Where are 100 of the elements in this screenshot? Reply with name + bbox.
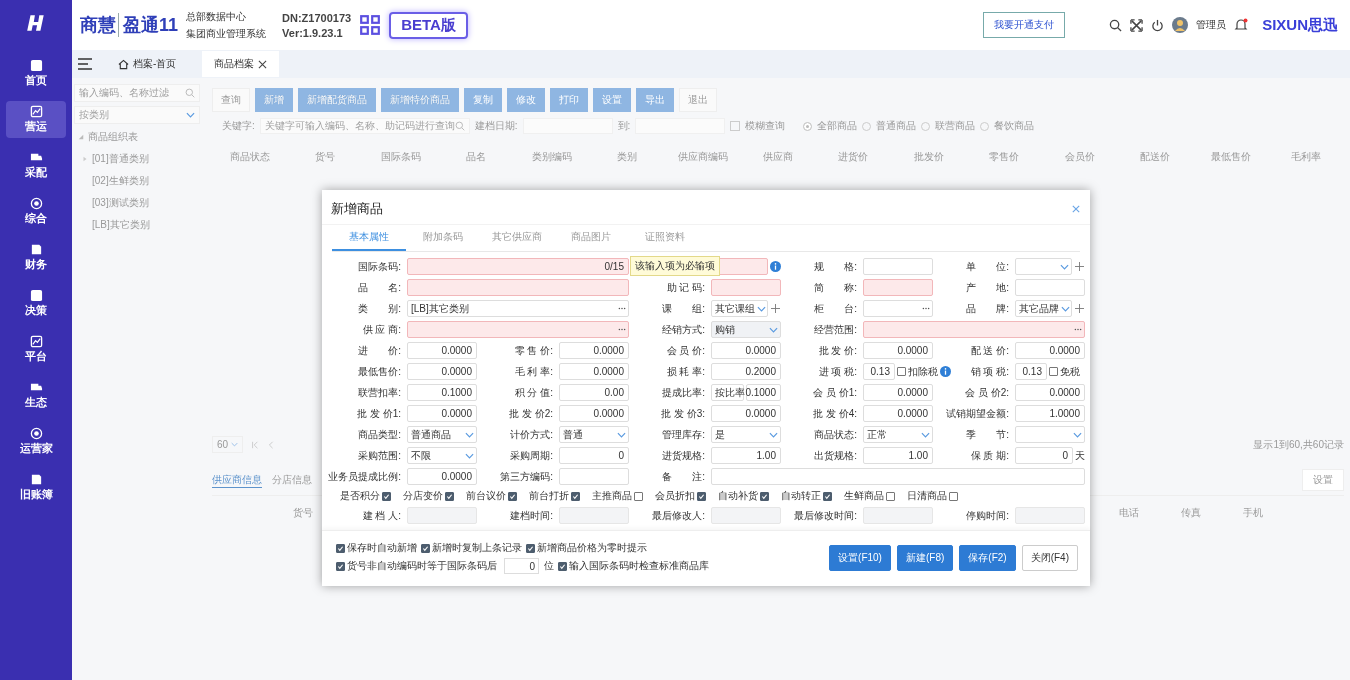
checkbox[interactable]	[558, 561, 567, 571]
text-field[interactable]	[863, 258, 933, 275]
pay-button[interactable]: 我要开通支付	[983, 12, 1066, 38]
number-field[interactable]: 0.2000	[711, 363, 781, 380]
select-field[interactable]: 其它课组	[711, 300, 768, 317]
checkbox[interactable]	[897, 367, 906, 376]
number-field[interactable]: 0.13	[1015, 363, 1047, 380]
number-field[interactable]: 0.0000	[711, 405, 781, 422]
number-field[interactable]: 1.00	[711, 447, 781, 464]
page-tab[interactable]: 档案-首页	[106, 51, 189, 77]
picker-field[interactable]	[407, 321, 629, 338]
dialog-tab[interactable]: 基本属性	[332, 225, 406, 251]
sidebar-item[interactable]: 运营家	[6, 423, 66, 460]
sidebar-item[interactable]: 营运	[6, 101, 66, 138]
add-icon[interactable]	[1075, 304, 1084, 313]
checkbox[interactable]	[886, 491, 895, 501]
number-field[interactable]: 0	[559, 447, 629, 464]
checkbox[interactable]	[336, 561, 345, 571]
checkbox[interactable]	[1049, 367, 1058, 376]
number-field[interactable]: 0.1000	[407, 384, 477, 401]
text-field[interactable]: 该输入项为必输项	[632, 258, 768, 275]
number-field[interactable]: 0.0000	[863, 405, 933, 422]
number-field[interactable]: 0.0000	[1015, 384, 1085, 401]
picker-field[interactable]: [LB]其它类别	[407, 300, 629, 317]
select-field[interactable]: 按比率	[711, 384, 744, 401]
dialog-button[interactable]: 关闭(F4)	[1021, 544, 1078, 571]
dialog-button[interactable]: 设置(F10)	[829, 544, 891, 571]
select-field[interactable]: 正常	[863, 426, 933, 443]
sidebar-item[interactable]: 决策	[6, 285, 66, 322]
number-field[interactable]: 0.0000	[559, 405, 629, 422]
number-field[interactable]: 0.0000	[407, 405, 477, 422]
sidebar-item[interactable]: 采配	[6, 147, 66, 184]
sidebar-item[interactable]: 首页	[6, 55, 66, 92]
select-field[interactable]: 其它品牌	[1015, 300, 1072, 317]
select-field[interactable]	[1015, 258, 1072, 275]
number-field[interactable]: 0.0000	[559, 342, 629, 359]
bell-icon[interactable]	[1234, 18, 1249, 32]
user-name[interactable]: 管理员	[1196, 18, 1227, 32]
sidebar-item[interactable]: 旧账簿	[6, 469, 66, 506]
dialog-button[interactable]: 新建(F8)	[896, 544, 954, 571]
sidebar-item[interactable]: 平台	[6, 331, 66, 368]
menu-icon[interactable]	[78, 58, 92, 70]
checkbox[interactable]	[697, 491, 706, 501]
page-tab[interactable]: 商品档案	[202, 51, 280, 77]
text-field[interactable]	[559, 468, 629, 485]
text-field[interactable]: 0/15	[407, 258, 629, 275]
add-icon[interactable]	[771, 304, 780, 313]
add-icon[interactable]	[1075, 262, 1084, 271]
select-field[interactable]: 是	[711, 426, 781, 443]
checkbox[interactable]	[571, 491, 580, 501]
checkbox[interactable]	[823, 491, 832, 501]
text-field[interactable]	[1015, 279, 1085, 296]
user-avatar[interactable]	[1172, 17, 1189, 33]
dialog-button[interactable]: 保存(F2)	[959, 544, 1016, 571]
number-field[interactable]: 0.0000	[863, 384, 933, 401]
checkbox[interactable]	[382, 491, 391, 501]
more-icon[interactable]	[618, 307, 626, 310]
select-field[interactable]: 普通	[559, 426, 629, 443]
text-field[interactable]	[407, 279, 629, 296]
more-icon[interactable]	[618, 328, 626, 331]
text-field[interactable]	[711, 468, 1085, 485]
more-icon[interactable]	[922, 307, 930, 310]
number-field[interactable]: 0.1000	[745, 384, 781, 401]
sidebar-item[interactable]: 生态	[6, 377, 66, 414]
number-field[interactable]: 0.0000	[559, 363, 629, 380]
checkbox[interactable]	[760, 491, 769, 501]
text-field[interactable]	[863, 279, 933, 296]
number-field[interactable]: 0	[1015, 447, 1073, 464]
more-icon[interactable]	[1074, 328, 1082, 331]
select-field[interactable]: 不限	[407, 447, 477, 464]
radio-button[interactable]	[803, 121, 813, 131]
checkbox[interactable]	[508, 491, 517, 501]
checkbox[interactable]	[336, 543, 345, 553]
number-field[interactable]: 0.0000	[863, 342, 933, 359]
number-field[interactable]: 0.0000	[1015, 342, 1085, 359]
number-field[interactable]: 0.00	[559, 384, 629, 401]
digits-field[interactable]: 0	[504, 558, 539, 574]
picker-field[interactable]	[863, 321, 1085, 338]
number-field[interactable]: 0.0000	[407, 363, 477, 380]
number-field[interactable]: 1.00	[863, 447, 933, 464]
number-field[interactable]: 0.0000	[407, 342, 477, 359]
checkbox[interactable]	[634, 491, 643, 501]
close-icon[interactable]	[258, 59, 268, 69]
sidebar-item[interactable]: 综合	[6, 193, 66, 230]
text-field[interactable]	[711, 279, 781, 296]
number-field[interactable]: 0.13	[863, 363, 895, 380]
select-field[interactable]	[1015, 426, 1085, 443]
number-field[interactable]: 1.0000	[1015, 405, 1085, 422]
expand-icon[interactable]	[1130, 18, 1144, 32]
checkbox[interactable]	[949, 491, 958, 501]
checkbox[interactable]	[421, 543, 430, 553]
picker-field[interactable]	[863, 300, 933, 317]
sidebar-item[interactable]: 财务	[6, 239, 66, 276]
number-field[interactable]: 0.0000	[407, 468, 477, 485]
checkbox[interactable]	[526, 543, 535, 553]
power-icon[interactable]	[1151, 18, 1165, 32]
qr-code-icon[interactable]	[359, 14, 382, 36]
select-field[interactable]: 普通商品	[407, 426, 477, 443]
number-field[interactable]: 0.0000	[711, 342, 781, 359]
checkbox[interactable]	[445, 491, 454, 501]
